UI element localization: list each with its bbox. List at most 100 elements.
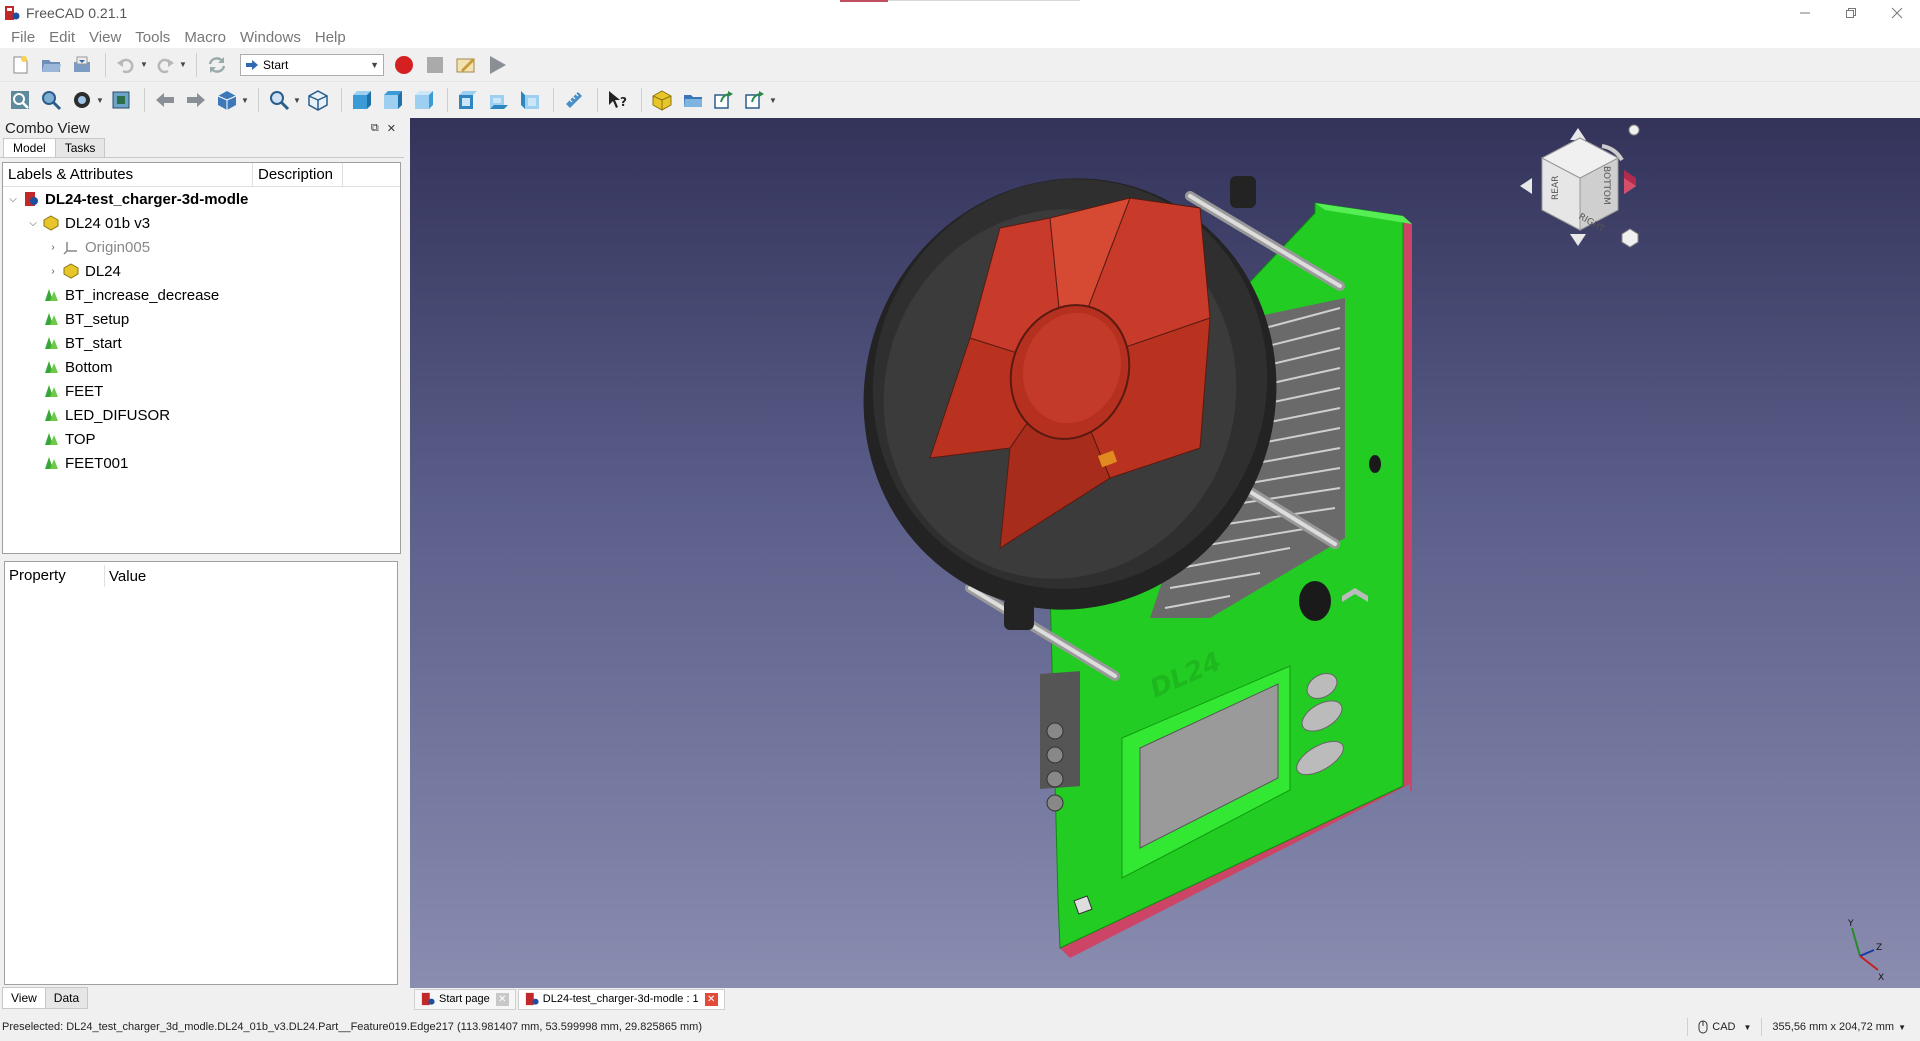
menu-macro[interactable]: Macro (177, 29, 233, 46)
zoom-dropdown-icon[interactable]: ▼ (293, 96, 301, 105)
close-tab-icon[interactable]: ✕ (495, 992, 509, 1006)
view-bottom-button[interactable] (485, 86, 513, 114)
close-button[interactable] (1874, 0, 1920, 26)
forward-button[interactable] (182, 86, 210, 114)
fit-selection-button[interactable] (37, 86, 65, 114)
tab-document[interactable]: DL24-test_charger-3d-modle : 1 ✕ (517, 988, 725, 1010)
feature-icon (45, 409, 58, 421)
zoom-button[interactable] (265, 86, 293, 114)
create-group-button[interactable] (679, 86, 707, 114)
redo-dropdown-icon[interactable]: ▼ (179, 60, 187, 69)
navigation-style-selector[interactable]: CAD ▼ (1687, 1018, 1761, 1036)
dimensions-label: 355,56 mm x 204,72 mm (1772, 1021, 1895, 1033)
tab-tasks[interactable]: Tasks (54, 138, 106, 157)
chevron-right-icon[interactable]: › (47, 266, 59, 277)
labels-column-header[interactable]: Labels & Attributes (3, 163, 253, 186)
tree-item-part[interactable]: ⌵ DL24 01b v3 (3, 211, 400, 235)
axis-label-x: X (1878, 973, 1884, 982)
edit-macro-button[interactable] (452, 51, 480, 79)
chevron-down-icon[interactable]: ⌵ (27, 218, 39, 229)
3d-model[interactable]: DL24 (410, 118, 1920, 988)
record-icon (395, 55, 413, 74)
tree-item-bottom[interactable]: Bottom (3, 355, 400, 379)
draw-style-button[interactable] (68, 86, 96, 114)
record-macro-button[interactable] (390, 51, 418, 79)
refresh-button[interactable] (203, 51, 231, 79)
tree-item-origin[interactable]: › Origin005 (3, 235, 400, 259)
tree-item-feet001[interactable]: FEET001 (3, 451, 400, 475)
menu-file[interactable]: File (4, 29, 42, 46)
std-views-button[interactable] (213, 86, 241, 114)
link-actions-button[interactable] (741, 86, 769, 114)
back-button[interactable] (151, 86, 179, 114)
menu-tools[interactable]: Tools (128, 29, 177, 46)
mouse-icon (1698, 1020, 1708, 1034)
close-tab-icon[interactable]: ✕ (704, 992, 718, 1006)
view-right-icon (415, 91, 433, 109)
view-top-button[interactable] (379, 86, 407, 114)
view-rear-button[interactable] (454, 86, 482, 114)
restore-button[interactable] (1828, 0, 1874, 26)
float-panel-icon[interactable]: ⧉ (371, 122, 379, 135)
value-column-header[interactable]: Value (105, 568, 146, 585)
tree-item-dl24[interactable]: › DL24 (3, 259, 400, 283)
new-document-button[interactable] (6, 51, 34, 79)
view-right-button[interactable] (410, 86, 438, 114)
tree-item-feet[interactable]: FEET (3, 379, 400, 403)
stop-macro-button[interactable] (421, 51, 449, 79)
tree-item-bt-increase-decrease[interactable]: BT_increase_decrease (3, 283, 400, 307)
create-part-button[interactable] (648, 86, 676, 114)
save-button[interactable] (68, 51, 96, 79)
tab-model[interactable]: Model (3, 138, 56, 157)
link-dropdown-icon[interactable]: ▼ (769, 96, 777, 105)
open-button[interactable] (37, 51, 65, 79)
undo-dropdown-icon[interactable]: ▼ (140, 60, 148, 69)
tree-item-document[interactable]: ⌵ DL24-test_charger-3d-modle (3, 187, 400, 211)
tree-item-top[interactable]: TOP (3, 427, 400, 451)
chevron-right-icon[interactable]: › (47, 242, 59, 253)
tree-item-led-difusor[interactable]: LED_DIFUSOR (3, 403, 400, 427)
view-toolbar: ▼ ▼ ▼ ? ▼ (0, 83, 1920, 117)
whats-this-icon: ? (609, 91, 627, 109)
tab-data[interactable]: Data (44, 987, 89, 1009)
tab-start-page[interactable]: Start page ✕ (414, 988, 516, 1010)
fit-all-button[interactable] (6, 86, 34, 114)
close-panel-icon[interactable]: ✕ (387, 122, 396, 135)
view-left-button[interactable] (516, 86, 544, 114)
feature-icon (45, 433, 58, 445)
combo-tabs: Model Tasks (0, 138, 404, 158)
property-column-header[interactable]: Property (5, 565, 105, 587)
tab-view[interactable]: View (2, 987, 46, 1009)
new-document-icon (13, 55, 28, 73)
draw-style-dropdown-icon[interactable]: ▼ (96, 96, 104, 105)
tree-item-label: TOP (65, 430, 96, 448)
navigation-cube[interactable]: REAR BOTTOM RIGHT (1510, 118, 1650, 258)
link-button[interactable] (710, 86, 738, 114)
description-column-header[interactable]: Description (253, 163, 343, 186)
draw-style-icon (74, 92, 90, 108)
view-isometric-button[interactable] (304, 86, 332, 114)
menu-help[interactable]: Help (308, 29, 353, 46)
redo-button[interactable] (151, 51, 179, 79)
tree-item-label: Origin005 (85, 238, 151, 256)
menu-windows[interactable]: Windows (233, 29, 308, 46)
menu-edit[interactable]: Edit (42, 29, 82, 46)
tree-item-bt-start[interactable]: BT_start (3, 331, 400, 355)
chevron-down-icon[interactable]: ⌵ (7, 194, 19, 205)
measure-button[interactable] (560, 86, 588, 114)
minimize-button[interactable] (1782, 0, 1828, 26)
workbench-selector[interactable]: Start ▼ (240, 53, 384, 76)
undo-button[interactable] (112, 51, 140, 79)
execute-macro-button[interactable] (483, 51, 511, 79)
std-views-dropdown-icon[interactable]: ▼ (241, 96, 249, 105)
model-tree: Labels & Attributes Description ⌵ DL24-t… (2, 162, 401, 554)
menu-view[interactable]: View (82, 29, 128, 46)
3d-viewport[interactable]: DL24 REAR BOTTOM RIGHT Y Z X (410, 118, 1920, 988)
whats-this-button[interactable]: ? (604, 86, 632, 114)
tree-item-bt-setup[interactable]: BT_setup (3, 307, 400, 331)
view-front-button[interactable] (348, 86, 376, 114)
dimensions-readout[interactable]: 355,56 mm x 204,72 mm ▼ (1761, 1018, 1920, 1036)
bounding-box-button[interactable] (107, 86, 135, 114)
link-actions-icon (745, 91, 764, 109)
tab-label: Start page (439, 993, 490, 1005)
